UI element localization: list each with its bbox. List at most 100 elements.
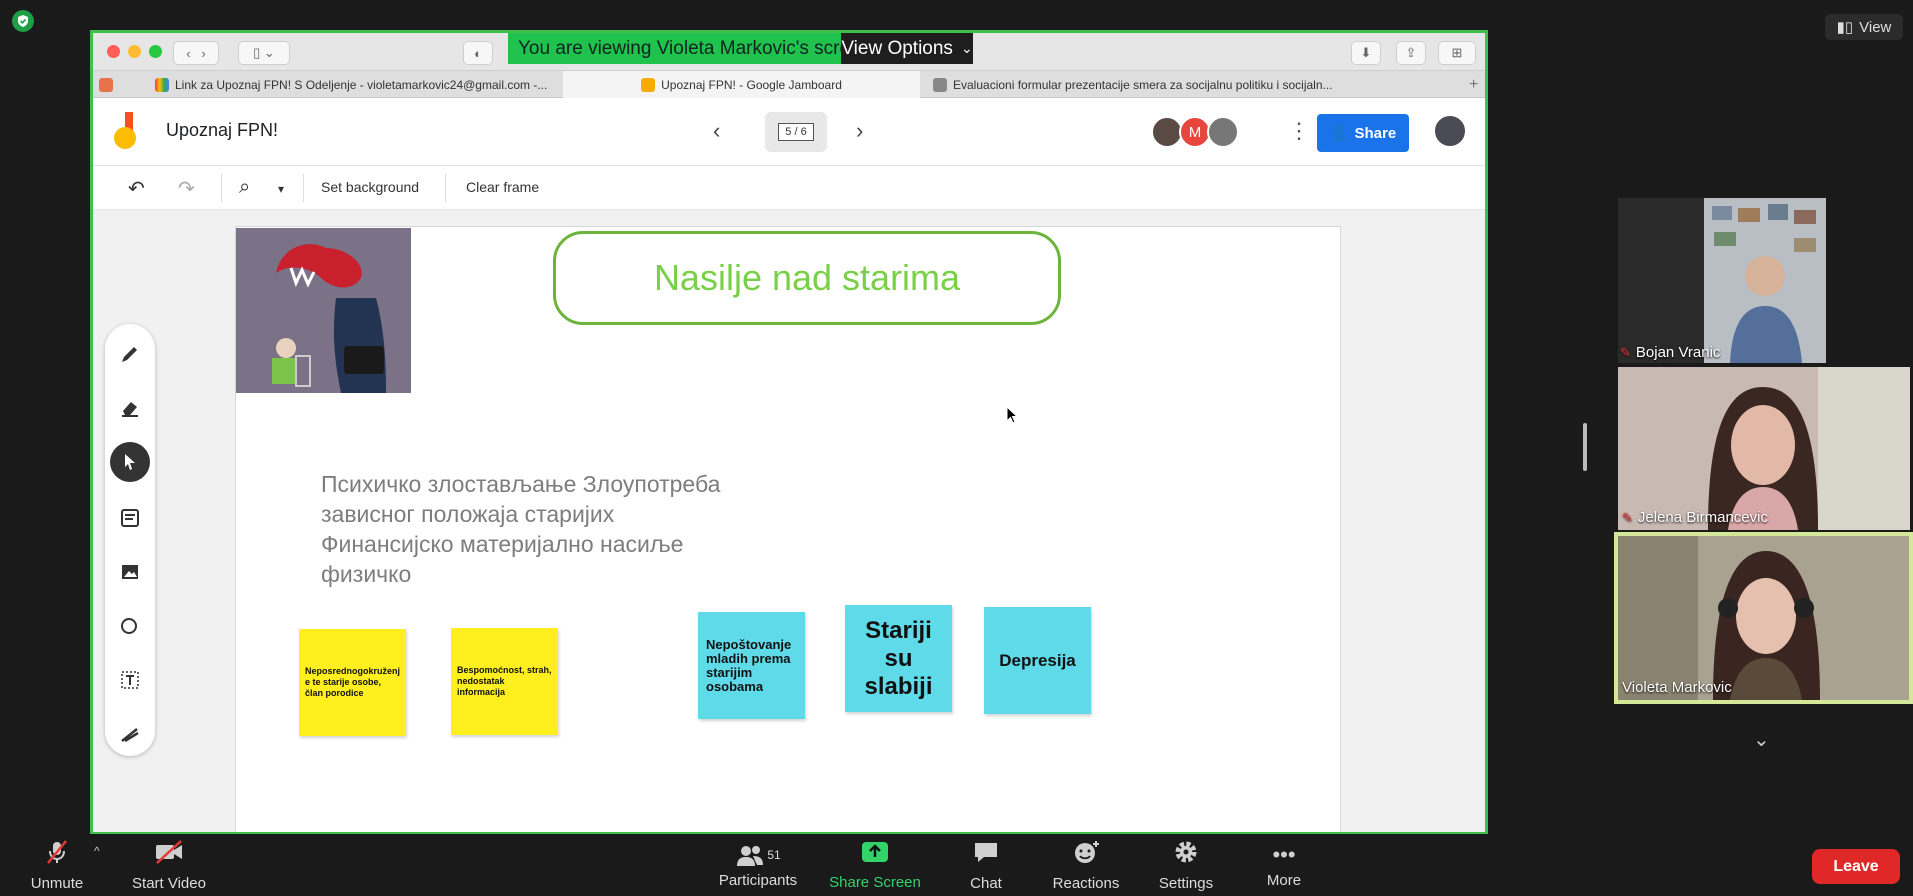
participants-icon: 51 [735, 842, 781, 868]
muted-mic-icon: ✎ [1622, 509, 1633, 525]
sticky-note[interactable]: Bespomoćnost, strah, nedostatak informac… [451, 628, 558, 735]
tab-evaluation-form[interactable]: Evaluacioni formular prezentacije smera … [923, 71, 1403, 98]
add-person-icon: 👤 [1329, 125, 1349, 142]
tab-jamboard[interactable]: Upoznaj FPN! - Google Jamboard [563, 71, 920, 98]
participant-name-label: ✎ Bojan Vranic [1620, 344, 1721, 361]
viewing-banner: You are viewing Violeta Markovic's scree… [508, 33, 973, 64]
shape-circle-icon[interactable] [110, 606, 150, 646]
board-text-block[interactable]: Психичко злостављање Злоупотреба зависно… [321, 469, 791, 589]
view-button[interactable]: ▮▯ View [1825, 14, 1903, 40]
tab-overview-icon[interactable]: ⊞ [1438, 41, 1476, 65]
participants-button[interactable]: 51 Participants [714, 834, 802, 896]
document-title[interactable]: Upoznaj FPN! [166, 120, 278, 141]
elder-abuse-illustration[interactable] [236, 228, 411, 393]
jamboard-icon [641, 77, 656, 92]
collaborator-avatar[interactable] [1207, 116, 1239, 148]
toolbar-divider [445, 174, 446, 202]
share-screen-icon [860, 840, 890, 870]
viewing-status: You are viewing Violeta Markovic's scree… [508, 33, 891, 64]
image-icon[interactable] [110, 552, 150, 592]
drawing-tools [105, 324, 155, 756]
unmute-button[interactable]: Unmute [24, 834, 90, 896]
sticky-note-icon[interactable] [110, 498, 150, 538]
board-text-line: Финансијско материјално насиље [321, 531, 684, 557]
text-box-icon[interactable] [110, 660, 150, 700]
muted-mic-icon: ✎ [1620, 344, 1631, 360]
security-shield-icon[interactable] [12, 10, 34, 32]
settings-button[interactable]: Settings [1154, 834, 1218, 896]
share-button[interactable]: 👤 Share [1317, 114, 1409, 152]
laser-icon[interactable] [110, 714, 150, 754]
pinned-site-icon [99, 77, 113, 92]
privacy-shield-icon[interactable]: ◐ [463, 41, 493, 65]
video-off-icon [153, 839, 185, 871]
participant-video[interactable]: ✎ Bojan Vranic [1618, 198, 1826, 363]
pen-icon[interactable] [110, 334, 150, 374]
share-icon[interactable]: ⇪ [1396, 41, 1426, 65]
back-forward-buttons[interactable]: ‹ › [173, 41, 219, 65]
new-tab-button[interactable]: + [1469, 71, 1485, 98]
clear-frame-button[interactable]: Clear frame [466, 179, 539, 195]
zoom-window: ▮▯ View ‹ › ▯ ⌄ ◐ ⬇ ⇪ ⊞ You are viewing … [0, 0, 1913, 896]
set-background-button[interactable]: Set background [321, 179, 419, 195]
sidebar-toggle-icon[interactable]: ▯ ⌄ [238, 41, 290, 65]
zoom-icon[interactable]: ⌕ [239, 176, 250, 199]
participant-video[interactable]: ✎ Jelena Birmancevic [1618, 367, 1910, 530]
board-text-line: зависног положаја старијих [321, 501, 615, 527]
reactions-button[interactable]: Reactions [1049, 834, 1123, 896]
toolbar-divider [303, 174, 304, 202]
jamboard-toolbar: ↶ ↷ ⌕ ▾ Set background Clear frame [93, 166, 1485, 210]
sticky-note[interactable]: Nepoštovanje mladih prema starijim osoba… [698, 612, 805, 719]
chat-icon [972, 839, 1000, 871]
sticky-note[interactable]: Neposrednogokruženj e te starije osobe, … [299, 629, 406, 736]
muted-mic-icon [44, 839, 70, 871]
participant-photo [1618, 367, 1910, 530]
frame-bar-button[interactable]: 5 / 6 [765, 112, 827, 152]
tab-gmail[interactable]: Link za Upoznaj FPN! S Odeljenje - viole… [149, 71, 559, 98]
select-pointer-icon[interactable] [110, 442, 150, 482]
gear-icon [1173, 839, 1199, 871]
ellipsis-icon: ••• [1272, 841, 1296, 867]
downloads-icon[interactable]: ⬇ [1351, 41, 1381, 65]
previous-frame-icon[interactable]: ‹ [713, 118, 720, 144]
participant-photo [1618, 198, 1826, 363]
minimize-window-button[interactable] [128, 45, 141, 58]
eraser-icon[interactable] [110, 388, 150, 428]
active-speaker-video[interactable]: Violeta Markovic [1614, 532, 1913, 704]
undo-icon[interactable]: ↶ [128, 176, 145, 201]
shared-screen: ‹ › ▯ ⌄ ◐ ⬇ ⇪ ⊞ You are viewing Violeta … [90, 30, 1488, 835]
board-text-line: физичко [321, 561, 412, 587]
pinned-tab[interactable] [99, 71, 117, 98]
mouse-cursor-icon [1006, 406, 1019, 424]
panel-resize-handle[interactable] [1583, 423, 1587, 471]
sticky-note[interactable]: Depresija [984, 607, 1091, 714]
board-title[interactable]: Nasilje nad starima [553, 231, 1061, 325]
participant-photo [1618, 536, 1909, 700]
leave-button[interactable]: Leave [1812, 849, 1900, 884]
more-button[interactable]: ••• More [1262, 834, 1306, 896]
close-window-button[interactable] [107, 45, 120, 58]
chat-button[interactable]: Chat [956, 834, 1016, 896]
start-video-button[interactable]: Start Video [126, 834, 212, 896]
next-frame-icon[interactable]: › [856, 118, 863, 144]
sticky-note[interactable]: Stariji su slabiji [845, 605, 952, 712]
chevron-down-icon: ⌄ [960, 40, 973, 56]
audio-options-chevron-icon[interactable]: ^ [94, 844, 100, 858]
zoom-dropdown-icon[interactable]: ▾ [278, 182, 284, 196]
participant-name-label: ✎ Jelena Birmancevic [1622, 509, 1768, 526]
scroll-down-chevron-icon[interactable]: ⌄ [1753, 727, 1770, 752]
browser-tab-bar: Link za Upoznaj FPN! S Odeljenje - viole… [93, 71, 1485, 98]
participant-name-label: Violeta Markovic [1622, 679, 1732, 696]
redo-icon[interactable]: ↷ [178, 176, 195, 201]
account-avatar[interactable] [1433, 114, 1467, 148]
view-options-button[interactable]: View Options ⌄ [841, 33, 973, 64]
meeting-controls: Unmute ^ Start Video 51 Participants Sha… [0, 834, 1913, 896]
jamboard-logo-icon [114, 112, 136, 149]
toolbar-divider [221, 174, 222, 202]
board-text-line: Психичко злостављање Злоупотреба [321, 471, 721, 497]
reactions-icon [1072, 839, 1100, 871]
more-options-icon[interactable]: ⋮ [1288, 120, 1310, 142]
jamboard-header: Upoznaj FPN! ‹ 5 / 6 › M ⋮ 👤 Share [93, 98, 1485, 166]
share-screen-button[interactable]: Share Screen [826, 834, 924, 896]
maximize-window-button[interactable] [149, 45, 162, 58]
